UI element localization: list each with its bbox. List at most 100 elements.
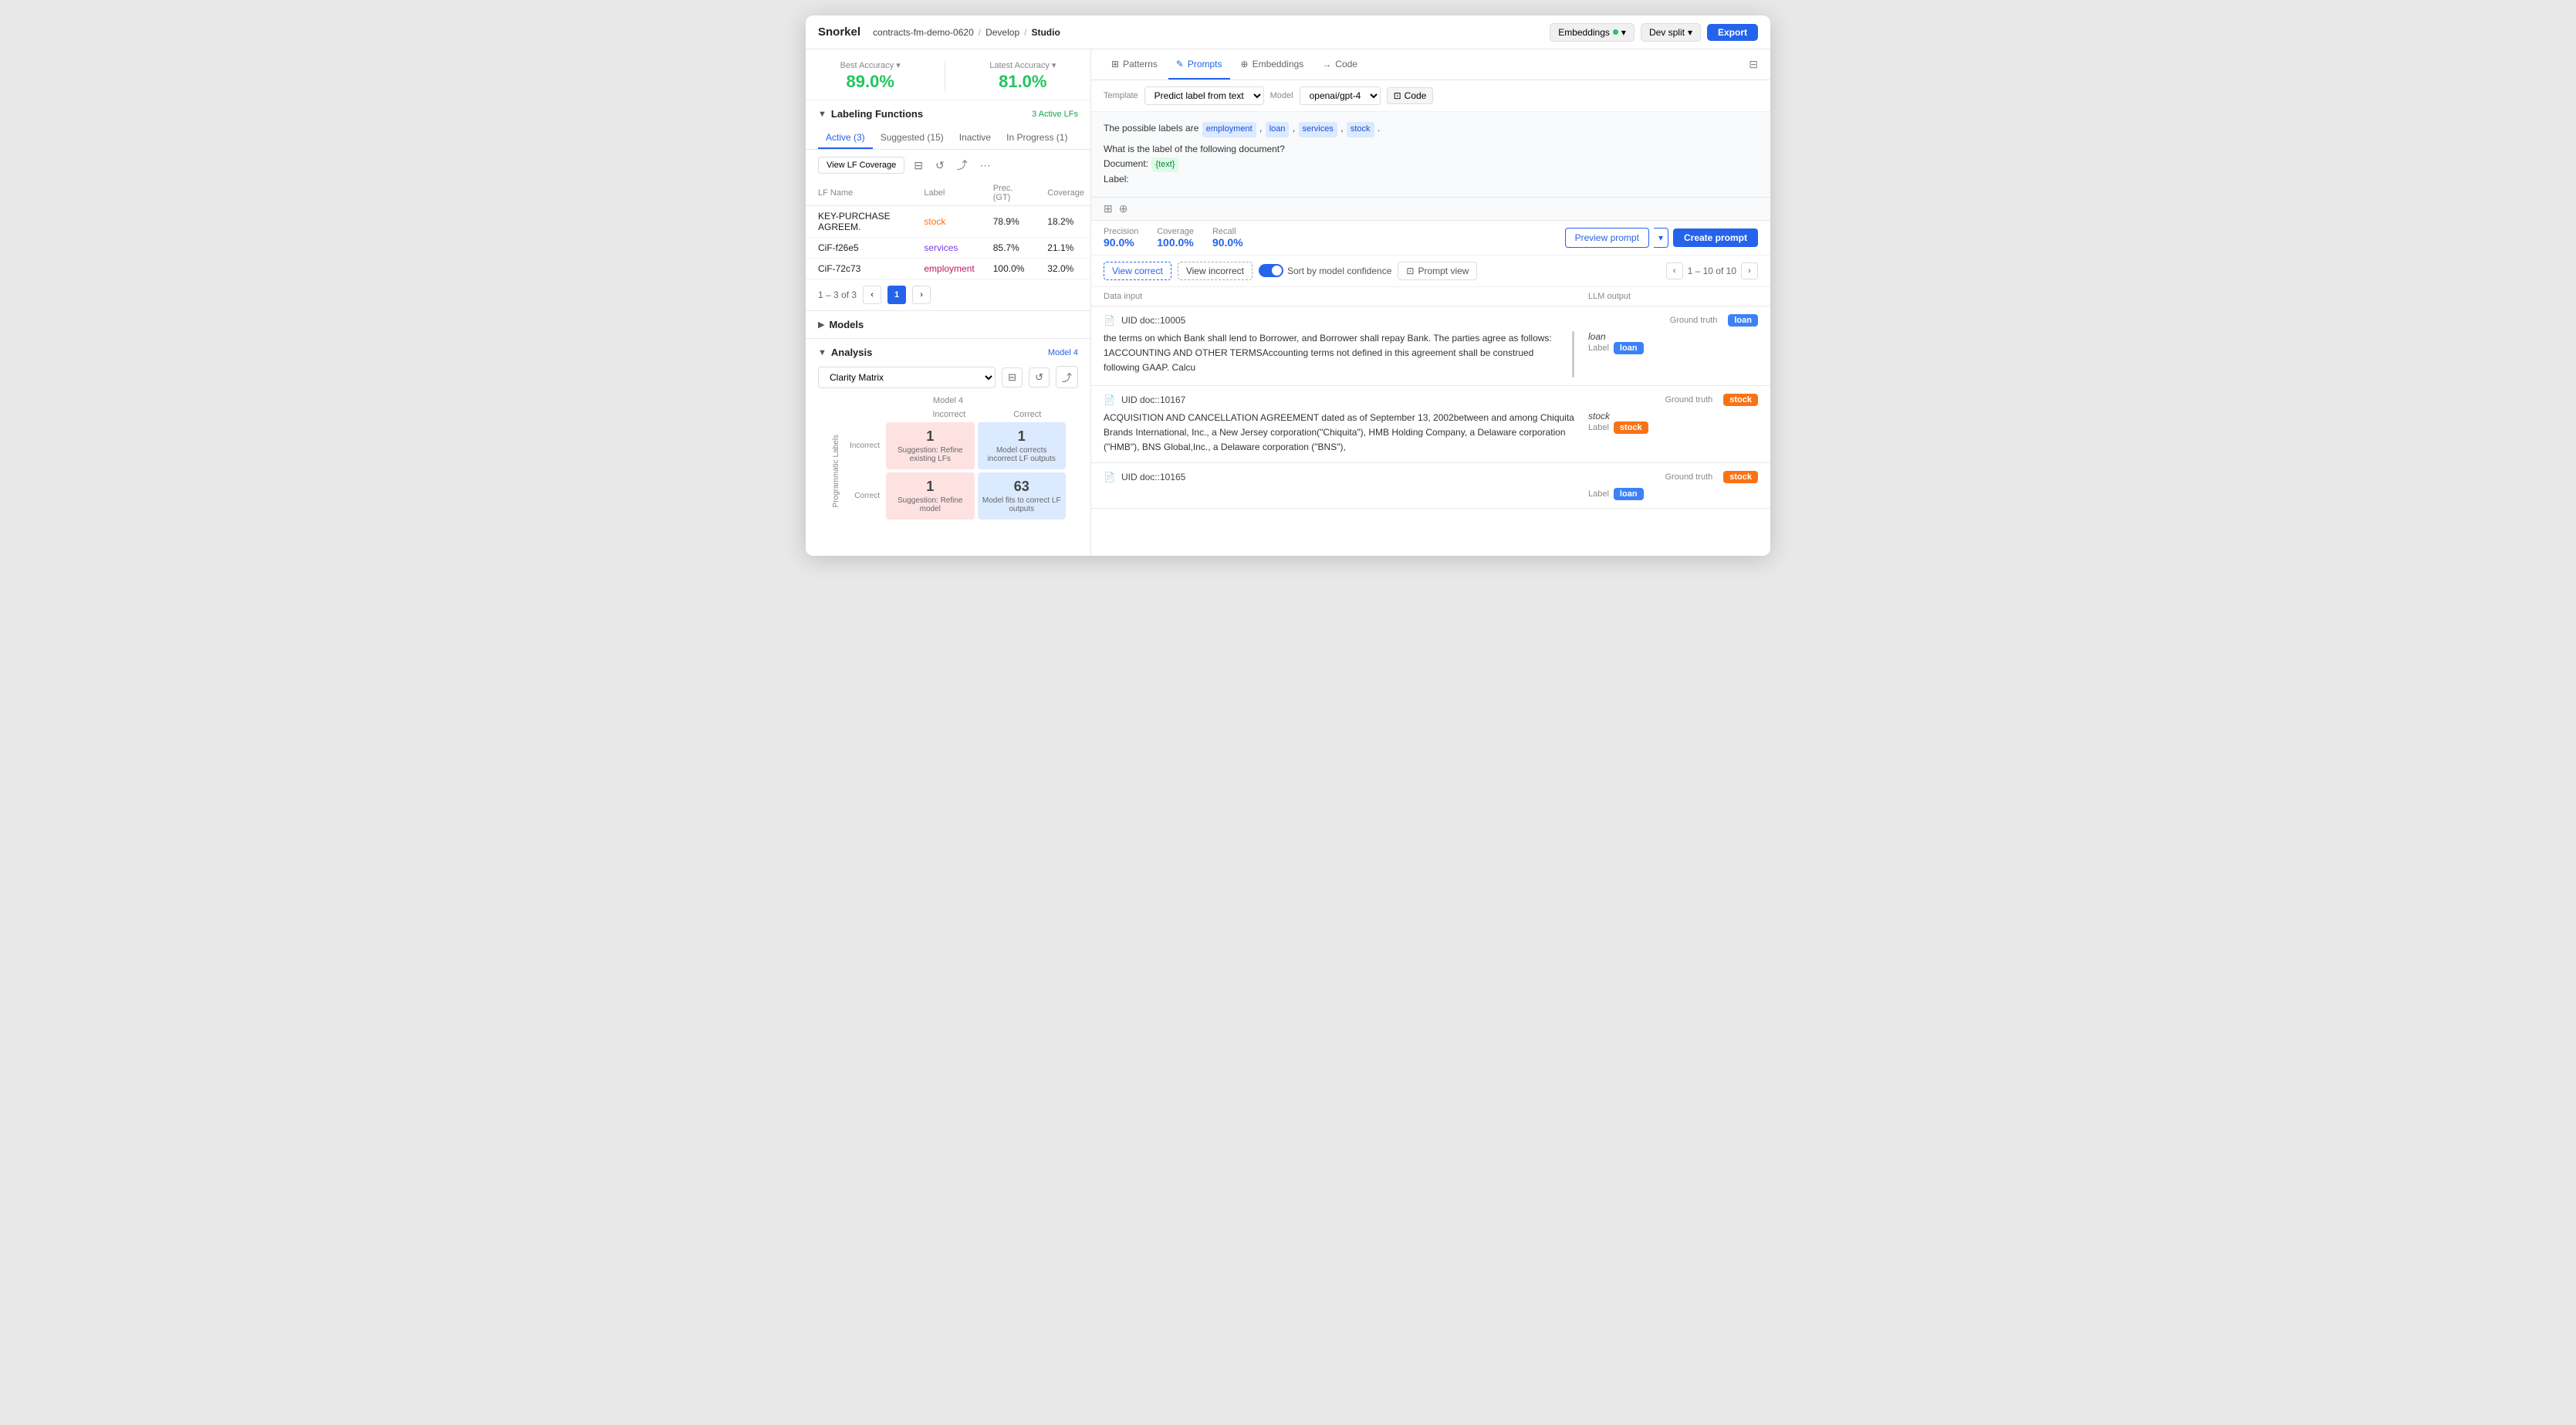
matrix-model-label: Model 4 xyxy=(818,396,1078,405)
tab-prompts-label: Prompts xyxy=(1188,59,1222,69)
model-select[interactable]: openai/gpt-4 xyxy=(1300,86,1381,105)
output-label-badge: stock xyxy=(1614,421,1648,434)
sort-toggle: Sort by model confidence xyxy=(1259,264,1391,277)
tab-prompts[interactable]: ✎ Prompts xyxy=(1168,49,1230,80)
lf-prec-cell: 85.7% xyxy=(981,238,1036,259)
breadcrumb: contracts-fm-demo-0620 / Develop / Studi… xyxy=(873,27,1060,38)
cell-1-suggestion: Model corrects incorrect LF outputs xyxy=(982,446,1062,463)
labeling-functions-header[interactable]: ▼ Labeling Functions 3 Active LFs xyxy=(806,100,1090,127)
tab-inactive[interactable]: Inactive xyxy=(952,127,999,149)
dev-split-btn[interactable]: Dev split ▾ xyxy=(1641,23,1701,42)
code-btn-icon: ⊡ xyxy=(1394,90,1401,101)
matrix-cell-1[interactable]: 1 Model corrects incorrect LF outputs xyxy=(978,422,1067,469)
data-page-next[interactable]: › xyxy=(1741,262,1758,279)
file-icon: 📄 xyxy=(1104,472,1115,482)
col-lf-name: LF Name xyxy=(806,181,911,206)
output-label-text: Label xyxy=(1588,489,1609,499)
data-row[interactable]: 📄 UID doc::10005 Ground truth loan the t… xyxy=(1091,306,1770,386)
lf-section-title: Labeling Functions xyxy=(831,108,923,120)
matrix-cell-3[interactable]: 63 Model fits to correct LF outputs xyxy=(978,472,1067,520)
table-icon-btn[interactable]: ⊞ xyxy=(1104,202,1113,215)
lf-name-cell: CiF-f26e5 xyxy=(806,238,911,259)
scrollbar-hint[interactable] xyxy=(1572,331,1574,377)
page-prev-btn[interactable]: ‹ xyxy=(863,286,881,304)
data-row[interactable]: 📄 UID doc::10165 Ground truth stock Labe… xyxy=(1091,463,1770,509)
data-row[interactable]: 📄 UID doc::10167 Ground truth stock ACQU… xyxy=(1091,386,1770,464)
precision-label: Precision xyxy=(1104,227,1138,236)
analysis-refresh-btn[interactable]: ↺ xyxy=(1029,367,1050,388)
export-btn[interactable]: Export xyxy=(1707,24,1758,41)
analysis-share-btn[interactable]: ⤴ xyxy=(1056,366,1078,388)
recall-label: Recall xyxy=(1212,227,1243,236)
output-label-text: Label xyxy=(1588,344,1609,353)
create-prompt-btn[interactable]: Create prompt xyxy=(1673,228,1758,247)
add-icon-btn[interactable]: ⊕ xyxy=(1119,202,1128,215)
prompt-line-2: What is the label of the following docum… xyxy=(1104,142,1758,157)
recall-metric: Recall 90.0% xyxy=(1212,227,1243,249)
tab-embeddings[interactable]: ⊕ Embeddings xyxy=(1233,49,1312,80)
file-icon: 📄 xyxy=(1104,394,1115,405)
tab-patterns[interactable]: ⊞ Patterns xyxy=(1104,49,1165,80)
page-next-btn[interactable]: › xyxy=(912,286,931,304)
coverage-value: 100.0% xyxy=(1157,236,1194,249)
data-output: Label loan xyxy=(1588,488,1758,500)
tab-in-progress[interactable]: In Progress (1) xyxy=(999,127,1075,149)
preview-dropdown-btn[interactable]: ▾ xyxy=(1654,228,1668,248)
analysis-filter-btn[interactable]: ⊟ xyxy=(1002,367,1023,388)
filter-icon-right[interactable]: ⊟ xyxy=(1749,58,1758,71)
row-label-correct: Correct xyxy=(844,472,883,520)
lf-coverage-cell: 32.0% xyxy=(1035,259,1090,279)
lf-table-row[interactable]: CiF-f26e5 services 85.7% 21.1% xyxy=(806,238,1090,259)
col-label: Label xyxy=(911,181,980,206)
preview-prompt-btn[interactable]: Preview prompt xyxy=(1565,228,1649,248)
data-page-prev[interactable]: ‹ xyxy=(1666,262,1683,279)
data-row-header: 📄 UID doc::10167 Ground truth stock xyxy=(1104,394,1758,406)
chevron-down-icon: ▾ xyxy=(1052,60,1056,70)
ground-truth-label: Ground truth xyxy=(1665,472,1712,482)
embeddings-btn[interactable]: Embeddings ▾ xyxy=(1550,23,1635,42)
matrix-col-correct: Correct xyxy=(989,410,1067,419)
lf-toolbar: View LF Coverage ⊟ ↺ ⤴ ⋯ xyxy=(806,150,1090,181)
analysis-dropdown-row: Clarity Matrix ⊟ ↺ ⤴ xyxy=(818,366,1078,388)
tab-active[interactable]: Active (3) xyxy=(818,127,873,149)
sort-confidence-toggle[interactable] xyxy=(1259,264,1283,277)
view-correct-btn[interactable]: View correct xyxy=(1104,262,1171,280)
models-header[interactable]: ▶ Models xyxy=(818,319,1078,330)
prompt-line-3: Document: {text} xyxy=(1104,157,1758,173)
data-row-content: the terms on which Bank shall lend to Bo… xyxy=(1104,331,1758,377)
lf-table-row[interactable]: KEY-PURCHASE AGREEM. stock 78.9% 18.2% xyxy=(806,206,1090,238)
view-lf-coverage-btn[interactable]: View LF Coverage xyxy=(818,157,904,174)
lf-table-row[interactable]: CiF-72c73 employment 100.0% 32.0% xyxy=(806,259,1090,279)
col-header-llm-output: LLM output xyxy=(1588,292,1758,301)
uid-text: UID doc::10005 xyxy=(1121,315,1185,326)
matrix-corner xyxy=(830,410,861,419)
prompt-view-btn[interactable]: ⊡ Prompt view xyxy=(1398,262,1477,280)
metrics-row: Precision 90.0% Coverage 100.0% Recall 9… xyxy=(1091,221,1770,256)
share-icon-btn[interactable]: ⤴ xyxy=(954,156,971,174)
cell-3-suggestion: Model fits to correct LF outputs xyxy=(982,496,1062,513)
prompt-view-label: Prompt view xyxy=(1418,266,1469,276)
filter-icon-btn[interactable]: ⊟ xyxy=(911,157,926,174)
matrix-cell-0[interactable]: 1 Suggestion: Refine existing LFs xyxy=(886,422,975,469)
more-icon-btn[interactable]: ⋯ xyxy=(977,157,994,174)
output-value: loan xyxy=(1588,331,1758,342)
refresh-icon-btn[interactable]: ↺ xyxy=(932,157,948,174)
template-select[interactable]: Predict label from text xyxy=(1144,86,1264,105)
lf-prec-cell: 100.0% xyxy=(981,259,1036,279)
code-btn[interactable]: ⊡ Code xyxy=(1387,87,1434,104)
best-accuracy-value: 89.0% xyxy=(840,72,901,92)
tab-suggested[interactable]: Suggested (15) xyxy=(873,127,952,149)
tab-code[interactable]: → Code xyxy=(1314,49,1365,80)
breadcrumb-develop[interactable]: Develop xyxy=(985,27,1019,38)
sort-label: Sort by model confidence xyxy=(1287,266,1391,276)
analysis-badge: Model 4 xyxy=(1048,348,1078,357)
view-incorrect-btn[interactable]: View incorrect xyxy=(1178,262,1253,280)
breadcrumb-project[interactable]: contracts-fm-demo-0620 xyxy=(873,27,974,38)
matrix-spacer xyxy=(863,410,909,419)
col-prec: Prec. (GT) xyxy=(981,181,1036,206)
analysis-type-select[interactable]: Clarity Matrix xyxy=(818,367,996,388)
matrix-cell-2[interactable]: 1 Suggestion: Refine model xyxy=(886,472,975,520)
lf-name-cell: KEY-PURCHASE AGREEM. xyxy=(806,206,911,238)
col-coverage: Coverage xyxy=(1035,181,1090,206)
embeddings-dot-green xyxy=(1613,29,1618,35)
